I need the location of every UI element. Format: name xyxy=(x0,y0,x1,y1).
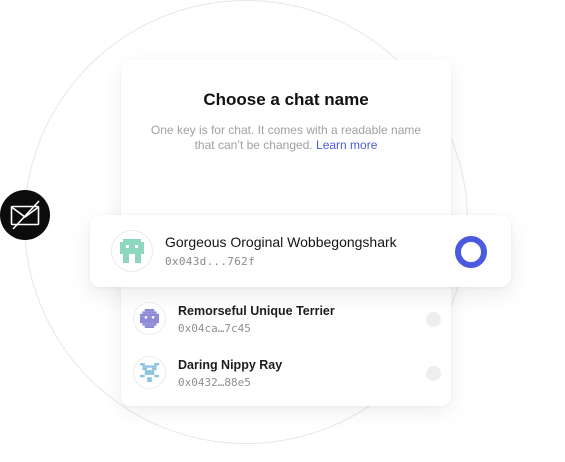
list-item[interactable]: Daring Nippy Ray 0x0432…88e5 xyxy=(133,355,451,391)
radio-unselected[interactable] xyxy=(426,366,441,381)
option-address: 0x04ca…7c45 xyxy=(178,322,251,335)
mail-off-icon xyxy=(0,190,50,240)
page-title: Choose a chat name xyxy=(203,90,369,109)
description-text: One key is for chat. It comes with a rea… xyxy=(150,123,422,152)
list-item[interactable]: Remorseful Unique Terrier 0x04ca…7c45 xyxy=(133,301,451,337)
wallet-address: 0x043d...762f xyxy=(165,255,255,268)
avatar xyxy=(133,356,166,389)
selected-name-option[interactable]: Gorgeous Oroginal Wobbegongshark 0x043d.… xyxy=(90,215,511,287)
chat-name-screen: Choose a chat name One key is for chat. … xyxy=(0,0,565,462)
avatar xyxy=(133,302,166,335)
radio-unselected[interactable] xyxy=(426,312,441,327)
chat-name: Gorgeous Oroginal Wobbegongshark xyxy=(165,234,397,250)
avatar xyxy=(111,230,153,272)
radio-selected[interactable] xyxy=(455,236,487,268)
option-address: 0x0432…88e5 xyxy=(178,376,251,389)
description: One key is for chat. It comes with a rea… xyxy=(149,123,423,153)
learn-more-link[interactable]: Learn more xyxy=(316,138,377,152)
option-name: Remorseful Unique Terrier xyxy=(178,304,335,318)
option-name: Daring Nippy Ray xyxy=(178,358,283,372)
